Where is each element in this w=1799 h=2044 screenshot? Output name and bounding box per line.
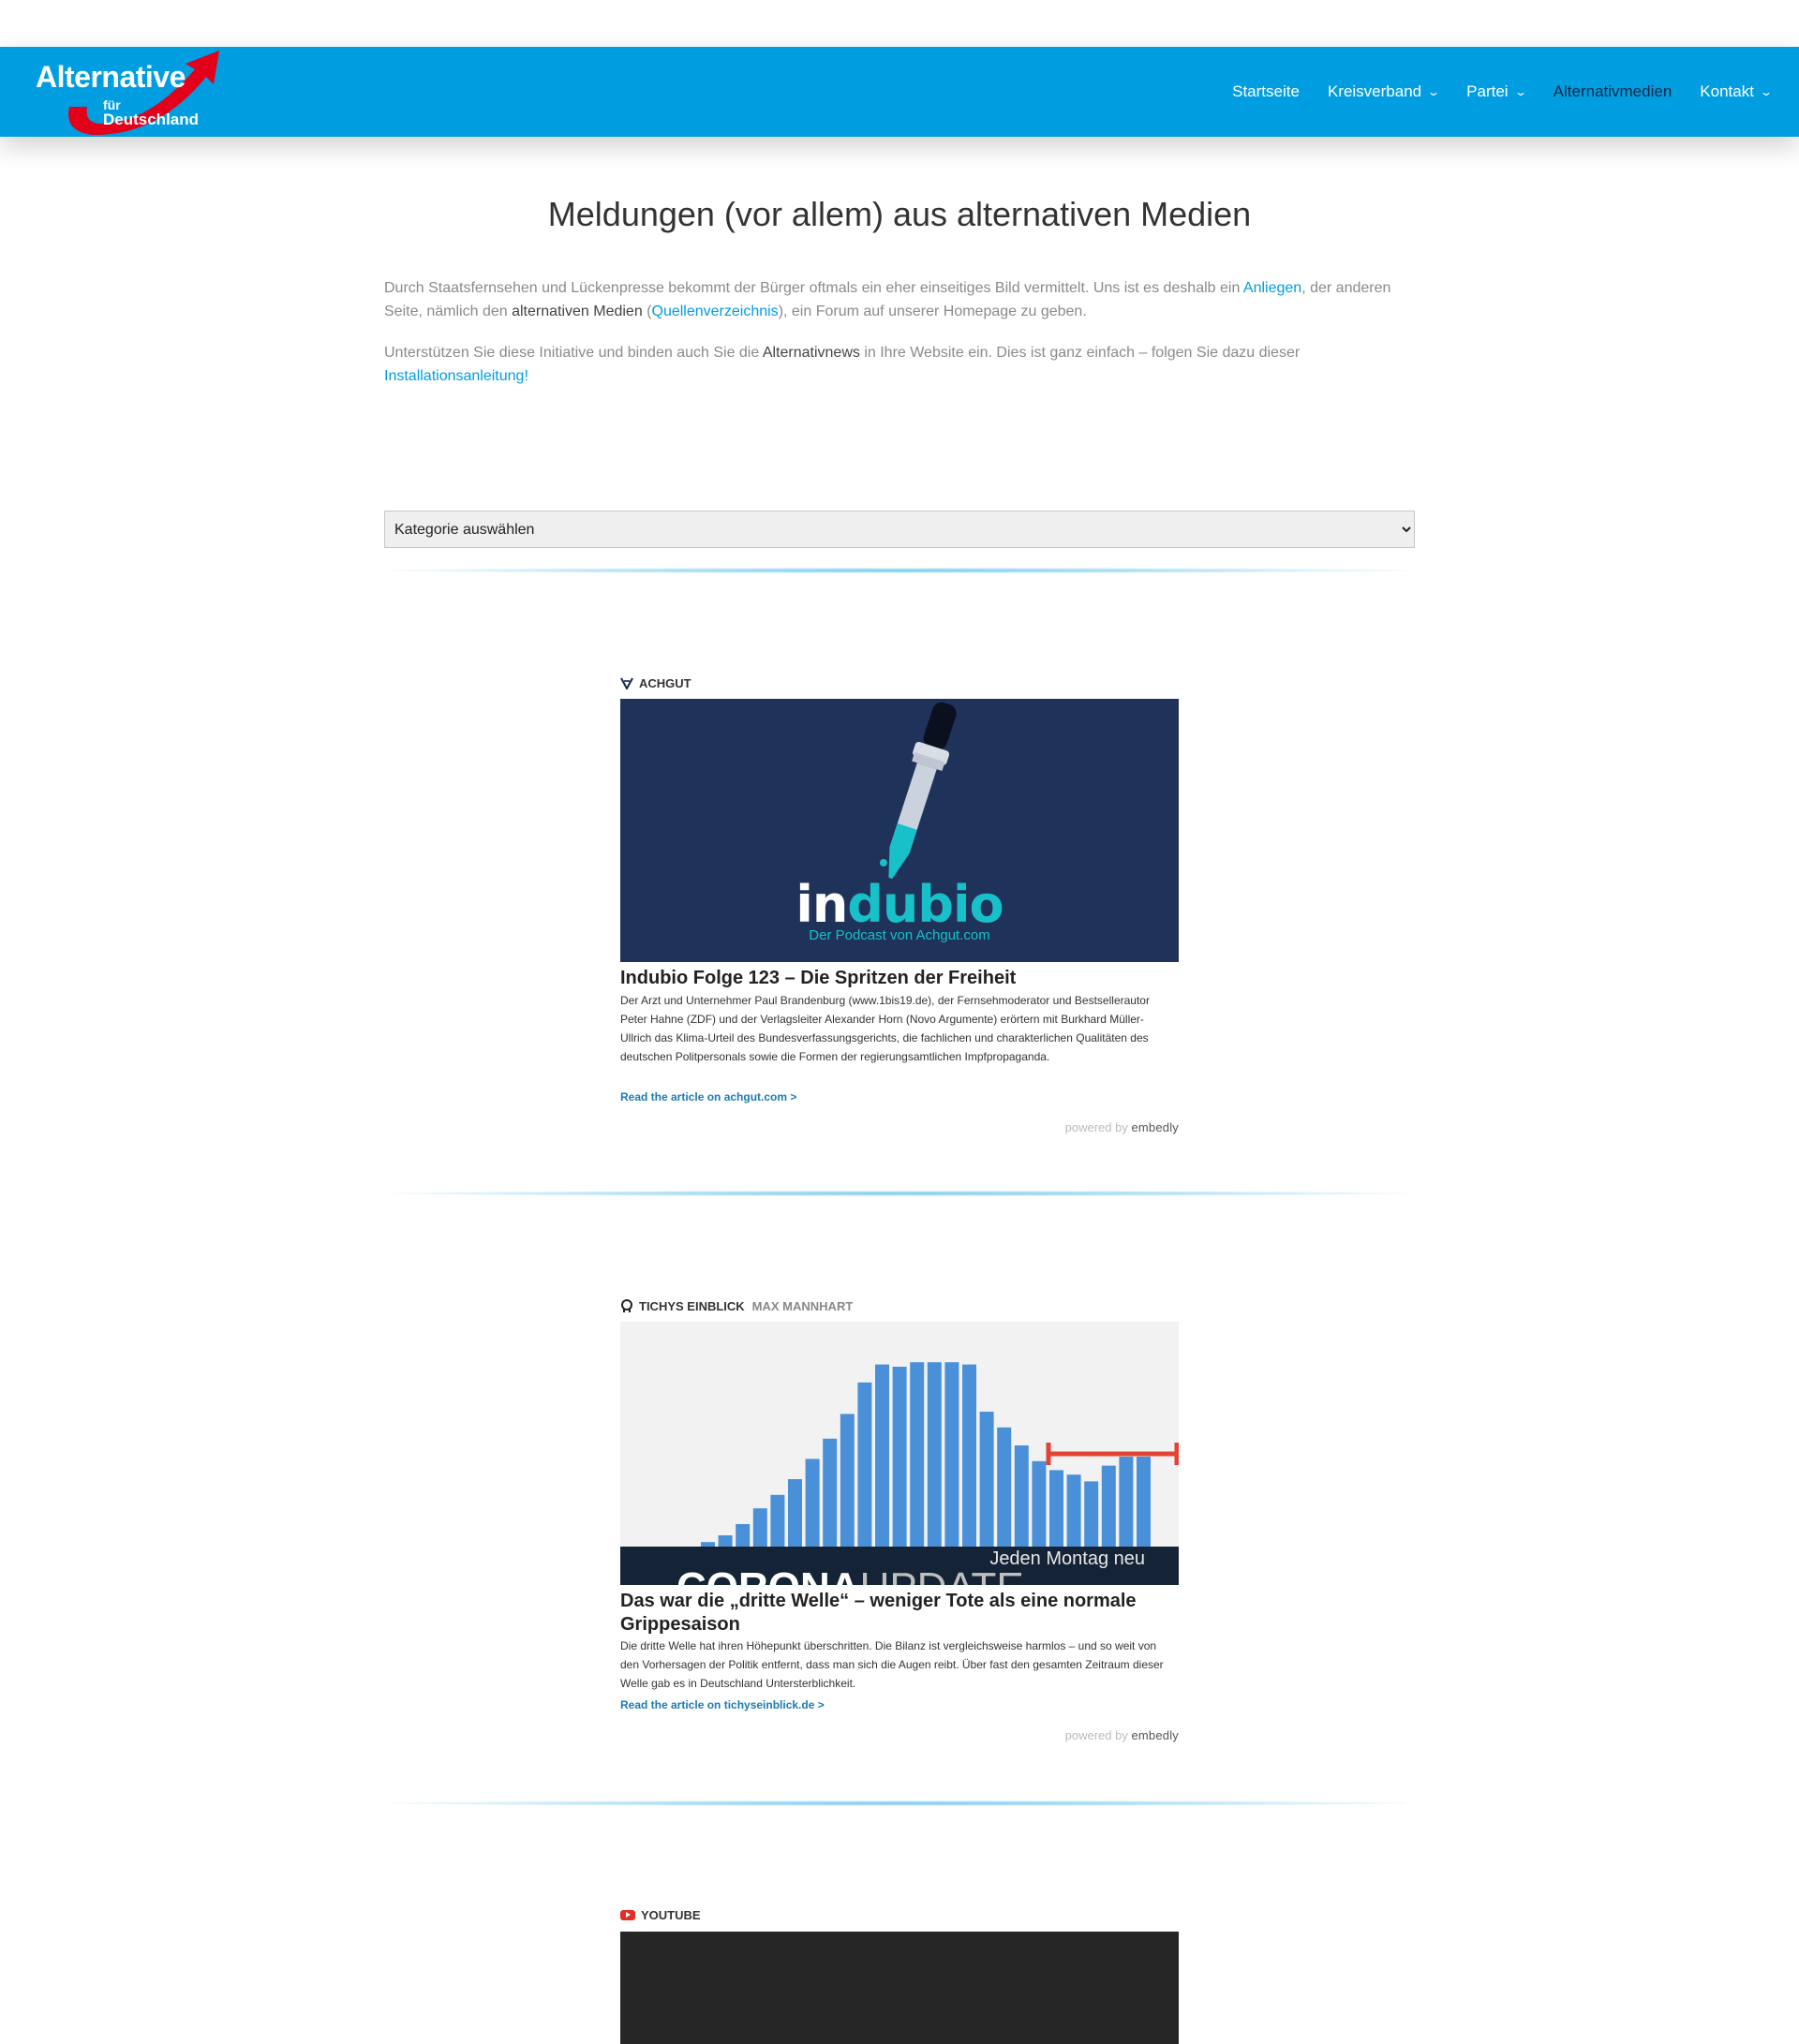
nav-item-alternativmedien[interactable]: Alternativmedien [1554, 82, 1673, 101]
powered-by-embedly[interactable]: powered by embedly [1065, 1120, 1179, 1134]
page-title: Meldungen (vor allem) aus alternativen M… [547, 195, 1252, 233]
chart-bar [770, 1494, 785, 1547]
card-provider: YOUTUBE [620, 1906, 1179, 1923]
nav-label: Kontakt [1700, 82, 1754, 100]
logo-text-deutschland: Deutschland [103, 111, 200, 128]
nav-item-partei[interactable]: Partei ⌄ [1466, 82, 1527, 101]
chart-bar [910, 1362, 925, 1547]
separator [394, 568, 1405, 573]
nav-label: Alternativmedien [1553, 82, 1673, 100]
youtube-icon [620, 1909, 635, 1920]
separator [394, 1191, 1405, 1196]
intro-text: ( [642, 304, 652, 319]
intro-paragraph-2: Unterstützen Sie diese Initiative und bi… [384, 341, 1417, 388]
chart-bar [1101, 1465, 1116, 1547]
chart-bar [1119, 1457, 1134, 1547]
nav-item-kontakt[interactable]: Kontakt ⌄ [1700, 82, 1774, 101]
embedly-logo: embedly [1131, 1120, 1179, 1134]
chart-bar [927, 1362, 942, 1547]
card-description: Die dritte Welle hat ihren Höhepunkt übe… [620, 1639, 1164, 1690]
chart-bar [1049, 1470, 1063, 1547]
corona-update-banner: Jeden Montag neu CORONAUPDATE [620, 1547, 1179, 1585]
installationsanleitung-link[interactable]: Installationsanleitung! [384, 368, 528, 384]
chevron-down-icon: ⌄ [1427, 85, 1441, 98]
afd-logo[interactable]: Alternative für Deutschland [36, 49, 223, 137]
chart-bar [892, 1367, 907, 1547]
nav-item-startseite[interactable]: Startseite [1232, 82, 1300, 101]
anliegen-link[interactable]: Anliegen [1243, 280, 1301, 296]
powered-by-embedly[interactable]: powered by embedly [1065, 1728, 1179, 1742]
chart-bar [718, 1535, 733, 1547]
card-title[interactable]: Das war die „dritte Welle“ – weniger Tot… [620, 1590, 1179, 1637]
provider-name: ACHGUT [639, 675, 691, 690]
chart-bar [1137, 1457, 1151, 1547]
indubio-subtitle: Der Podcast von Achgut.com [809, 927, 990, 943]
chart-bar [788, 1479, 802, 1547]
powered-by-text: powered by [1064, 1120, 1128, 1134]
chart-bar [997, 1427, 1012, 1547]
card-thumbnail[interactable]: indubio Der Podcast von Achgut.com [620, 699, 1179, 962]
embed-card-achgut: ACHGUT indubio Der Podcast von Achgut.co… [620, 674, 1179, 1143]
indubio-brand-dubio: dubio [847, 875, 1004, 934]
chart-bar [823, 1438, 838, 1547]
nav-label: Kreisverband [1327, 82, 1422, 100]
intro-strong: alternativen Medien [512, 304, 643, 319]
chart-bar [1014, 1445, 1029, 1547]
read-article-link[interactable]: Read the article on tichyseinblick.de > [620, 1698, 825, 1711]
chart-bar [736, 1524, 751, 1547]
intro-text: Durch Staatsfernsehen und Lückenpresse b… [384, 280, 1243, 296]
intro-paragraph-1: Durch Staatsfernsehen und Lückenpresse b… [384, 276, 1417, 323]
chart-bar [979, 1412, 994, 1547]
indubio-brand-in: in [795, 875, 848, 934]
banner-title: CORONAUPDATE [676, 1564, 1024, 1586]
youtube-video-player[interactable] [620, 1932, 1179, 2044]
chevron-down-icon: ⌄ [1513, 85, 1527, 98]
powered-by-text: powered by [1064, 1728, 1128, 1742]
logo-text-alternative: Alternative [36, 60, 186, 94]
banner-title-update: UPDATE [860, 1564, 1024, 1586]
nav-label: Partei [1466, 82, 1509, 100]
banner-title-corona: CORONA [676, 1564, 860, 1586]
indubio-brand: indubio [620, 875, 1179, 934]
separator [394, 1800, 1405, 1806]
provider-name: YOUTUBE [641, 1907, 701, 1922]
card-provider: ACHGUT [620, 674, 1179, 691]
site-header: Alternative für Deutschland Startseite K… [0, 47, 1799, 137]
chart-bar [805, 1459, 820, 1547]
card-thumbnail[interactable]: Jeden Montag neu CORONAUPDATE [620, 1322, 1179, 1585]
embedly-logo: embedly [1131, 1728, 1179, 1742]
chevron-down-icon: ⌄ [1759, 85, 1774, 98]
chart-bar [840, 1414, 855, 1547]
intro-text: Unterstützen Sie diese Initiative und bi… [384, 345, 763, 361]
intro-text: ), ein Forum auf unserer Homepage zu geb… [778, 304, 1087, 319]
chart-bar [1032, 1460, 1047, 1547]
nav-label: Startseite [1232, 82, 1300, 100]
tichys-einblick-icon [621, 1299, 632, 1312]
main-navigation: Startseite Kreisverband ⌄ Partei ⌄ Alter… [1232, 47, 1774, 137]
chart-bar [1066, 1474, 1081, 1547]
chart-bar [1084, 1481, 1099, 1547]
chart-bar [962, 1364, 976, 1547]
card-title[interactable]: Indubio Folge 123 – Die Spritzen der Fre… [620, 967, 1179, 990]
embed-card-tichys-einblick: TICHYS EINBLICK MAX MANNHART Jeden Monta… [620, 1297, 1179, 1756]
chart-bar [857, 1382, 872, 1547]
achgut-icon [620, 677, 633, 689]
embed-card-youtube: YOUTUBE [620, 1906, 1179, 2044]
read-article-link[interactable]: Read the article on achgut.com > [620, 1090, 796, 1103]
chart-bar [944, 1362, 959, 1547]
intro-text: in Ihre Website ein. Dies ist ganz einfa… [859, 345, 1301, 361]
intro-strong: Alternativnews [762, 345, 860, 361]
corona-bar-chart [701, 1362, 1179, 1547]
quellenverzeichnis-link[interactable]: Quellenverzeichnis [652, 304, 779, 319]
category-select[interactable]: Kategorie auswählen [384, 511, 1415, 548]
chart-bar [752, 1508, 767, 1547]
chart-bar [875, 1364, 889, 1547]
card-provider: TICHYS EINBLICK MAX MANNHART [620, 1297, 1179, 1314]
provider-name: TICHYS EINBLICK [639, 1298, 745, 1313]
provider-author: MAX MANNHART [751, 1298, 854, 1313]
card-description: Der Arzt und Unternehmer Paul Brandenbur… [620, 994, 1150, 1063]
nav-item-kreisverband[interactable]: Kreisverband ⌄ [1327, 82, 1441, 101]
